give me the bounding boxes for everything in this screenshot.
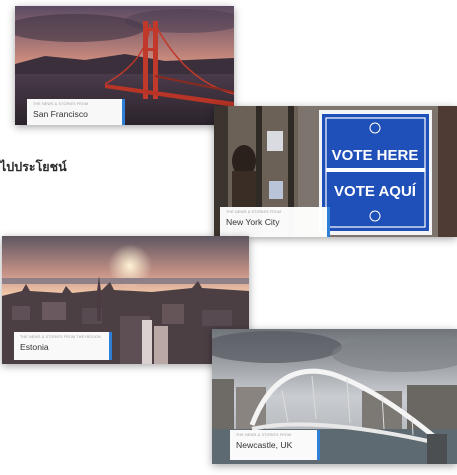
city-label: Estonia xyxy=(20,342,49,352)
caption-kicker: THE NEWS & STORIES FROM xyxy=(236,433,292,437)
caption-kicker: THE NEWS & STORIES FROM xyxy=(33,102,89,106)
card-newcastle-uk[interactable]: THE NEWS & STORIES FROM Newcastle, UK xyxy=(212,329,457,464)
card-new-york-city[interactable]: VOTE HERE VOTE AQUÍ THE NEWS & STORIES F… xyxy=(214,106,457,237)
caption-estonia: THE NEWS & STORIES FROM THE REGION Eston… xyxy=(14,332,112,360)
city-label: Newcastle, UK xyxy=(236,440,293,450)
city-label: San Francisco xyxy=(33,109,88,119)
card-san-francisco[interactable]: THE NEWS & STORIES FROM San Francisco xyxy=(15,6,234,125)
caption-newcastle-uk: THE NEWS & STORIES FROM Newcastle, UK xyxy=(230,430,320,460)
caption-new-york-city: THE NEWS & STORIES FROM New York City xyxy=(220,207,330,237)
partial-thai-text: ไปประโยชน์ xyxy=(0,159,67,174)
sign-text-vote-aqui: VOTE AQUÍ xyxy=(334,183,417,200)
caption-kicker: THE NEWS & STORIES FROM THE REGION xyxy=(20,335,101,339)
sign-text-vote-here: VOTE HERE xyxy=(332,147,419,164)
caption-kicker: THE NEWS & STORIES FROM xyxy=(226,210,282,214)
city-label: New York City xyxy=(226,217,280,227)
caption-san-francisco: THE NEWS & STORIES FROM San Francisco xyxy=(27,99,125,125)
